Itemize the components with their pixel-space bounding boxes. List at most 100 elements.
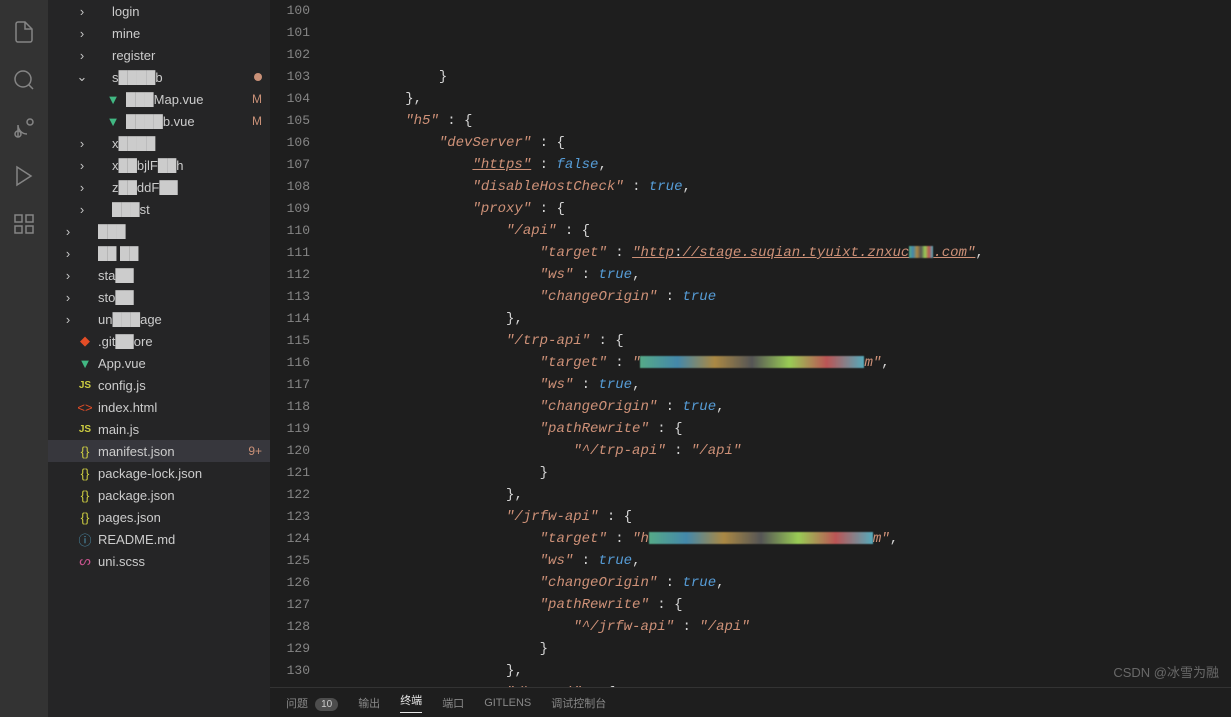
code-line[interactable]: "devServer" : { — [338, 132, 1231, 154]
code-line[interactable]: "https" : false, — [338, 154, 1231, 176]
tab-problems[interactable]: 问题 10 — [286, 695, 338, 711]
modified-badge: M — [252, 92, 262, 106]
line-number: 130 — [270, 660, 310, 682]
file-item[interactable]: {}manifest.json9+ — [48, 440, 270, 462]
line-number: 124 — [270, 528, 310, 550]
code-line[interactable]: "pathRewrite" : { — [338, 418, 1231, 440]
code-line[interactable]: "proxy" : { — [338, 198, 1231, 220]
folder-item[interactable]: ›sta██ — [48, 264, 270, 286]
modified-dot — [254, 73, 262, 81]
chevron-icon: › — [74, 48, 90, 63]
extensions-icon[interactable] — [0, 200, 48, 248]
code-line[interactable]: "ws" : true, — [338, 374, 1231, 396]
file-item[interactable]: ▼App.vue — [48, 352, 270, 374]
folder-item[interactable]: ›██ ██ — [48, 242, 270, 264]
code-line[interactable]: } — [338, 462, 1231, 484]
code-line[interactable]: }, — [338, 308, 1231, 330]
code-line[interactable]: "/api" : { — [338, 220, 1231, 242]
panel-tabs: 问题 10 输出 终端 端口 GITLENS 调试控制台 — [270, 687, 1231, 717]
line-number: 122 — [270, 484, 310, 506]
code-line[interactable]: } — [338, 638, 1231, 660]
file-item[interactable]: JSmain.js — [48, 418, 270, 440]
tree-item-label: s████b — [112, 70, 248, 85]
code-line[interactable]: "changeOrigin" : true, — [338, 572, 1231, 594]
line-number: 100 — [270, 0, 310, 22]
file-type-icon: ▼ — [104, 114, 122, 129]
folder-item[interactable]: ›register — [48, 44, 270, 66]
code-line[interactable]: "target" : "m", — [338, 352, 1231, 374]
tree-item-label: App.vue — [98, 356, 262, 371]
scrollbar[interactable] — [1219, 0, 1229, 687]
code-line[interactable]: "target" : "hm", — [338, 528, 1231, 550]
code-line[interactable]: "changeOrigin" : true — [338, 286, 1231, 308]
tree-item-label: ████b.vue — [126, 114, 248, 129]
modified-badge: 9+ — [248, 444, 262, 458]
folder-item[interactable]: ›x██bjlF██h — [48, 154, 270, 176]
tab-output[interactable]: 输出 — [358, 695, 380, 711]
file-type-icon: {} — [76, 488, 94, 503]
code-line[interactable]: "/trp-api" : { — [338, 330, 1231, 352]
code-line[interactable]: }, — [338, 660, 1231, 682]
folder-item[interactable]: ›mine — [48, 22, 270, 44]
file-item[interactable]: ▼ ████b.vue M — [48, 110, 270, 132]
code-content[interactable]: } }, "h5" : { "devServer" : { "https" : … — [330, 0, 1231, 687]
code-line[interactable]: "h5" : { — [338, 110, 1231, 132]
file-item[interactable]: <>index.html — [48, 396, 270, 418]
chevron-icon: › — [60, 268, 76, 283]
folder-item[interactable]: ›███ — [48, 220, 270, 242]
code-line[interactable]: "ws" : true, — [338, 550, 1231, 572]
code-line[interactable]: "^/trp-api" : "/api" — [338, 440, 1231, 462]
folder-item[interactable]: ›login — [48, 0, 270, 22]
search-icon[interactable] — [0, 56, 48, 104]
code-line[interactable]: }, — [338, 88, 1231, 110]
code-line[interactable]: "^/jrfw-api" : "/api" — [338, 616, 1231, 638]
folder-item[interactable]: ›un███age — [48, 308, 270, 330]
files-icon[interactable] — [0, 8, 48, 56]
modified-badge: M — [252, 114, 262, 128]
file-type-icon: {} — [76, 510, 94, 525]
tab-debug[interactable]: 调试控制台 — [551, 695, 606, 711]
code-line[interactable]: "pathRewrite" : { — [338, 594, 1231, 616]
file-item[interactable]: ⓘREADME.md — [48, 528, 270, 550]
chevron-icon: › — [60, 290, 76, 305]
file-item[interactable]: {}package.json — [48, 484, 270, 506]
tab-terminal[interactable]: 终端 — [400, 692, 422, 713]
code-line[interactable]: } — [338, 66, 1231, 88]
tree-item-label: mine — [112, 26, 262, 41]
source-control-icon[interactable] — [0, 104, 48, 152]
tab-gitlens[interactable]: GITLENS — [484, 697, 531, 709]
debug-icon[interactable] — [0, 152, 48, 200]
folder-item[interactable]: ›███st — [48, 198, 270, 220]
file-item[interactable]: ᔕuni.scss — [48, 550, 270, 572]
folder-item[interactable]: ›z██ddF██ — [48, 176, 270, 198]
folder-item[interactable]: ›x████ — [48, 132, 270, 154]
code-line[interactable]: "disableHostCheck" : true, — [338, 176, 1231, 198]
line-number: 106 — [270, 132, 310, 154]
code-line[interactable]: "/bx-api" : { — [338, 682, 1231, 687]
file-type-icon: ᔕ — [76, 553, 94, 569]
file-item[interactable]: {}pages.json — [48, 506, 270, 528]
folder-item[interactable]: ›sto██ — [48, 286, 270, 308]
file-type-icon: ▼ — [104, 92, 122, 107]
folder-item[interactable]: ⌄s████b — [48, 66, 270, 88]
code-line[interactable]: "ws" : true, — [338, 264, 1231, 286]
tree-item-label: x████ — [112, 136, 262, 151]
code-line[interactable]: "/jrfw-api" : { — [338, 506, 1231, 528]
file-type-icon: JS — [76, 380, 94, 391]
file-item[interactable]: JSconfig.js — [48, 374, 270, 396]
tree-item-label: ███ — [98, 224, 262, 239]
file-item[interactable]: {}package-lock.json — [48, 462, 270, 484]
tree-item-label: README.md — [98, 532, 262, 547]
file-item[interactable]: ◆.git██ore — [48, 330, 270, 352]
code-line[interactable]: "changeOrigin" : true, — [338, 396, 1231, 418]
line-number: 103 — [270, 66, 310, 88]
file-item[interactable]: ▼███Map.vueM — [48, 88, 270, 110]
tree-item-label: .git██ore — [98, 334, 262, 349]
tab-ports[interactable]: 端口 — [442, 695, 464, 711]
explorer-sidebar[interactable]: ›login›mine›register⌄s████b▼███Map.vueM▼… — [48, 0, 270, 717]
line-number: 114 — [270, 308, 310, 330]
line-number: 123 — [270, 506, 310, 528]
watermark: CSDN @冰雪为融 — [1113, 662, 1219, 681]
code-line[interactable]: }, — [338, 484, 1231, 506]
code-line[interactable]: "target" : "http://stage.suqian.tyuixt.z… — [338, 242, 1231, 264]
